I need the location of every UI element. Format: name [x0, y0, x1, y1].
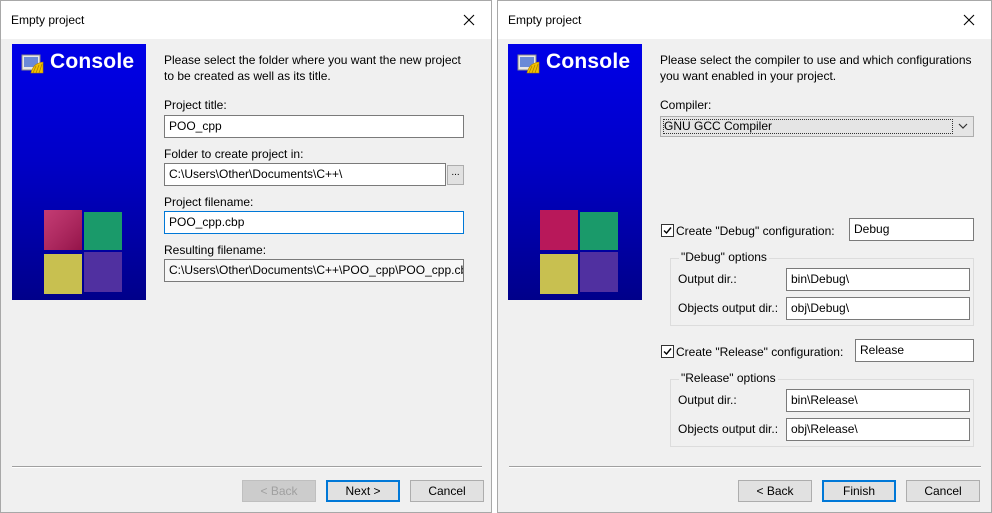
release-name-input[interactable]: Release	[855, 339, 974, 362]
intro-line-1: Please select the folder where you want …	[164, 53, 461, 67]
resulting-filename-label: Resulting filename:	[164, 243, 267, 257]
release-checkbox-label: Create "Release" configuration:	[676, 345, 844, 359]
codeblocks-cube-icon	[44, 210, 122, 294]
debug-objects-input[interactable]: obj\Debug\	[786, 297, 970, 320]
close-button[interactable]	[447, 1, 491, 39]
cancel-button[interactable]: Cancel	[906, 480, 980, 502]
resulting-filename-field[interactable]: C:\Users\Other\Documents\C++\POO_cpp\POO…	[164, 259, 464, 282]
release-objects-input[interactable]: obj\Release\	[786, 418, 970, 441]
window-title: Empty project	[508, 13, 582, 27]
compiler-select[interactable]: GNU GCC Compiler	[660, 116, 974, 137]
project-title-label: Project title:	[164, 98, 227, 112]
intro-text: Please select the compiler to use and wh…	[660, 52, 972, 84]
project-filename-input[interactable]: POO_cpp.cbp	[164, 211, 464, 234]
debug-options-title: "Debug" options	[679, 250, 769, 264]
banner-title: Console	[546, 50, 631, 73]
debug-output-input[interactable]: bin\Debug\	[786, 268, 970, 291]
cancel-button[interactable]: Cancel	[410, 480, 484, 502]
debug-objects-label: Objects output dir.:	[678, 301, 779, 315]
release-output-input[interactable]: bin\Release\	[786, 389, 970, 412]
filename-label: Project filename:	[164, 195, 254, 209]
debug-name-input[interactable]: Debug	[849, 218, 974, 241]
release-objects-label: Objects output dir.:	[678, 422, 779, 436]
compiler-value: GNU GCC Compiler	[664, 119, 773, 133]
intro-line-1: Please select the compiler to use and wh…	[660, 53, 972, 67]
wizard-banner: Console	[12, 44, 146, 300]
window-title: Empty project	[11, 13, 85, 27]
release-output-label: Output dir.:	[678, 393, 737, 407]
back-button[interactable]: < Back	[738, 480, 812, 502]
codeblocks-logo-icon	[517, 54, 540, 74]
back-button[interactable]: < Back	[242, 480, 316, 502]
close-icon	[963, 14, 975, 26]
project-title-input[interactable]: POO_cpp	[164, 115, 464, 138]
project-wizard-dialog-right: Empty project Console Please select the …	[497, 0, 992, 513]
project-wizard-dialog-left: Empty project Console Please select the …	[0, 0, 492, 513]
intro-text: Please select the folder where you want …	[164, 52, 461, 84]
title-bar: Empty project	[1, 1, 491, 39]
folder-label: Folder to create project in:	[164, 147, 304, 161]
release-options-title: "Release" options	[679, 371, 778, 385]
close-button[interactable]	[947, 1, 991, 39]
debug-output-label: Output dir.:	[678, 272, 737, 286]
checkmark-icon	[663, 227, 672, 235]
folder-input[interactable]: C:\Users\Other\Documents\C++\	[164, 163, 446, 186]
codeblocks-cube-icon	[540, 210, 618, 294]
separator	[509, 466, 981, 468]
debug-checkbox-label: Create "Debug" configuration:	[676, 224, 835, 238]
intro-line-2: to be created as well as its title.	[164, 69, 331, 83]
wizard-banner: Console	[508, 44, 642, 300]
chevron-down-icon	[958, 123, 968, 129]
intro-line-2: you want enabled in your project.	[660, 69, 837, 83]
codeblocks-logo-icon	[21, 54, 44, 74]
debug-checkbox[interactable]	[661, 224, 674, 237]
title-bar: Empty project	[498, 1, 991, 39]
close-icon	[463, 14, 475, 26]
separator	[12, 466, 482, 468]
next-button[interactable]: Next >	[326, 480, 400, 502]
compiler-label: Compiler:	[660, 98, 712, 112]
checkmark-icon	[663, 348, 672, 356]
banner-title: Console	[50, 50, 135, 73]
release-checkbox[interactable]	[661, 345, 674, 358]
finish-button[interactable]: Finish	[822, 480, 896, 502]
browse-folder-button[interactable]: ...	[447, 165, 464, 185]
